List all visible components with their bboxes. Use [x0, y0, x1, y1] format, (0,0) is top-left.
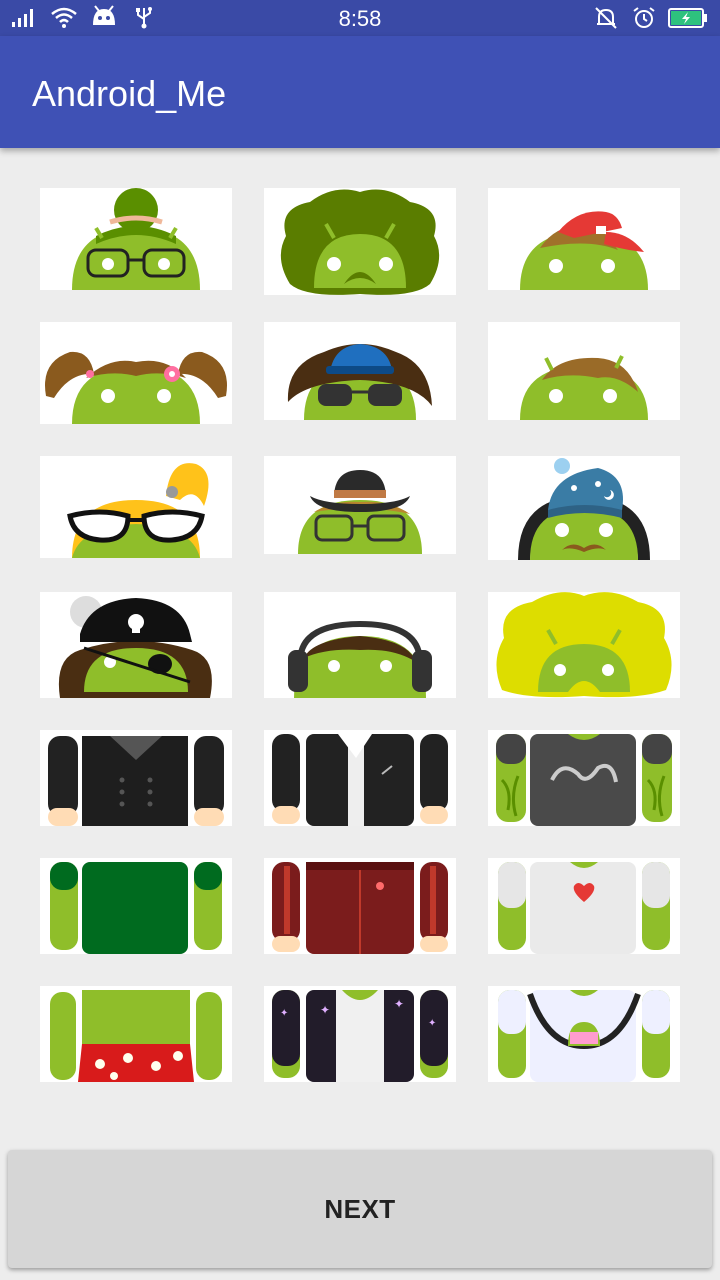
tile-body-heart-tshirt[interactable] [488, 858, 680, 954]
alarm-clock-icon [633, 7, 655, 28]
tile-body-leather-jacket[interactable] [264, 730, 456, 826]
app-title: Android_Me [32, 73, 227, 114]
tile-head-wizard-hat-mustache[interactable] [488, 456, 680, 560]
tile-head-headphones[interactable] [264, 592, 456, 698]
body-part-grid: ✦ ✦ ✦ ✦ [40, 186, 680, 1086]
app-bar: Android_Me [0, 36, 720, 148]
svg-text:✦: ✦ [320, 1003, 330, 1017]
status-bar: 8:58 [0, 0, 720, 36]
tile-head-afro[interactable] [264, 188, 456, 295]
svg-text:✦: ✦ [428, 1018, 436, 1029]
tile-body-android-overalls[interactable] [488, 986, 680, 1082]
tile-body-sparkle-jacket[interactable]: ✦ ✦ ✦ ✦ [264, 986, 456, 1082]
svg-text:✦: ✦ [280, 1008, 288, 1019]
next-button[interactable]: NEXT [8, 1150, 712, 1268]
tile-head-pirate[interactable] [40, 592, 232, 698]
tile-head-bun-glasses[interactable] [40, 188, 232, 290]
tile-body-green-shirt[interactable] [40, 858, 232, 954]
tile-head-blonde-cat-eye-glasses[interactable] [40, 456, 232, 558]
alarm-off-icon [595, 7, 617, 29]
tile-head-blue-cap-sunglasses[interactable] [264, 322, 456, 420]
tile-head-brown-hair[interactable] [488, 322, 680, 420]
next-button-label: NEXT [324, 1194, 396, 1224]
tile-body-black-jacket[interactable] [40, 730, 232, 826]
tile-head-yellow-afro[interactable] [488, 592, 680, 698]
tile-body-graffiti-tshirt[interactable] [488, 730, 680, 826]
tile-body-hawaiian-shorts[interactable] [40, 986, 232, 1082]
tile-head-pigtails[interactable] [40, 322, 232, 424]
svg-text:✦: ✦ [394, 997, 404, 1011]
tile-body-red-track-jacket[interactable] [264, 858, 456, 954]
tile-head-cowboy-hat[interactable] [264, 456, 456, 554]
battery-charging-icon [668, 8, 707, 28]
tile-head-red-cap[interactable] [488, 188, 680, 290]
